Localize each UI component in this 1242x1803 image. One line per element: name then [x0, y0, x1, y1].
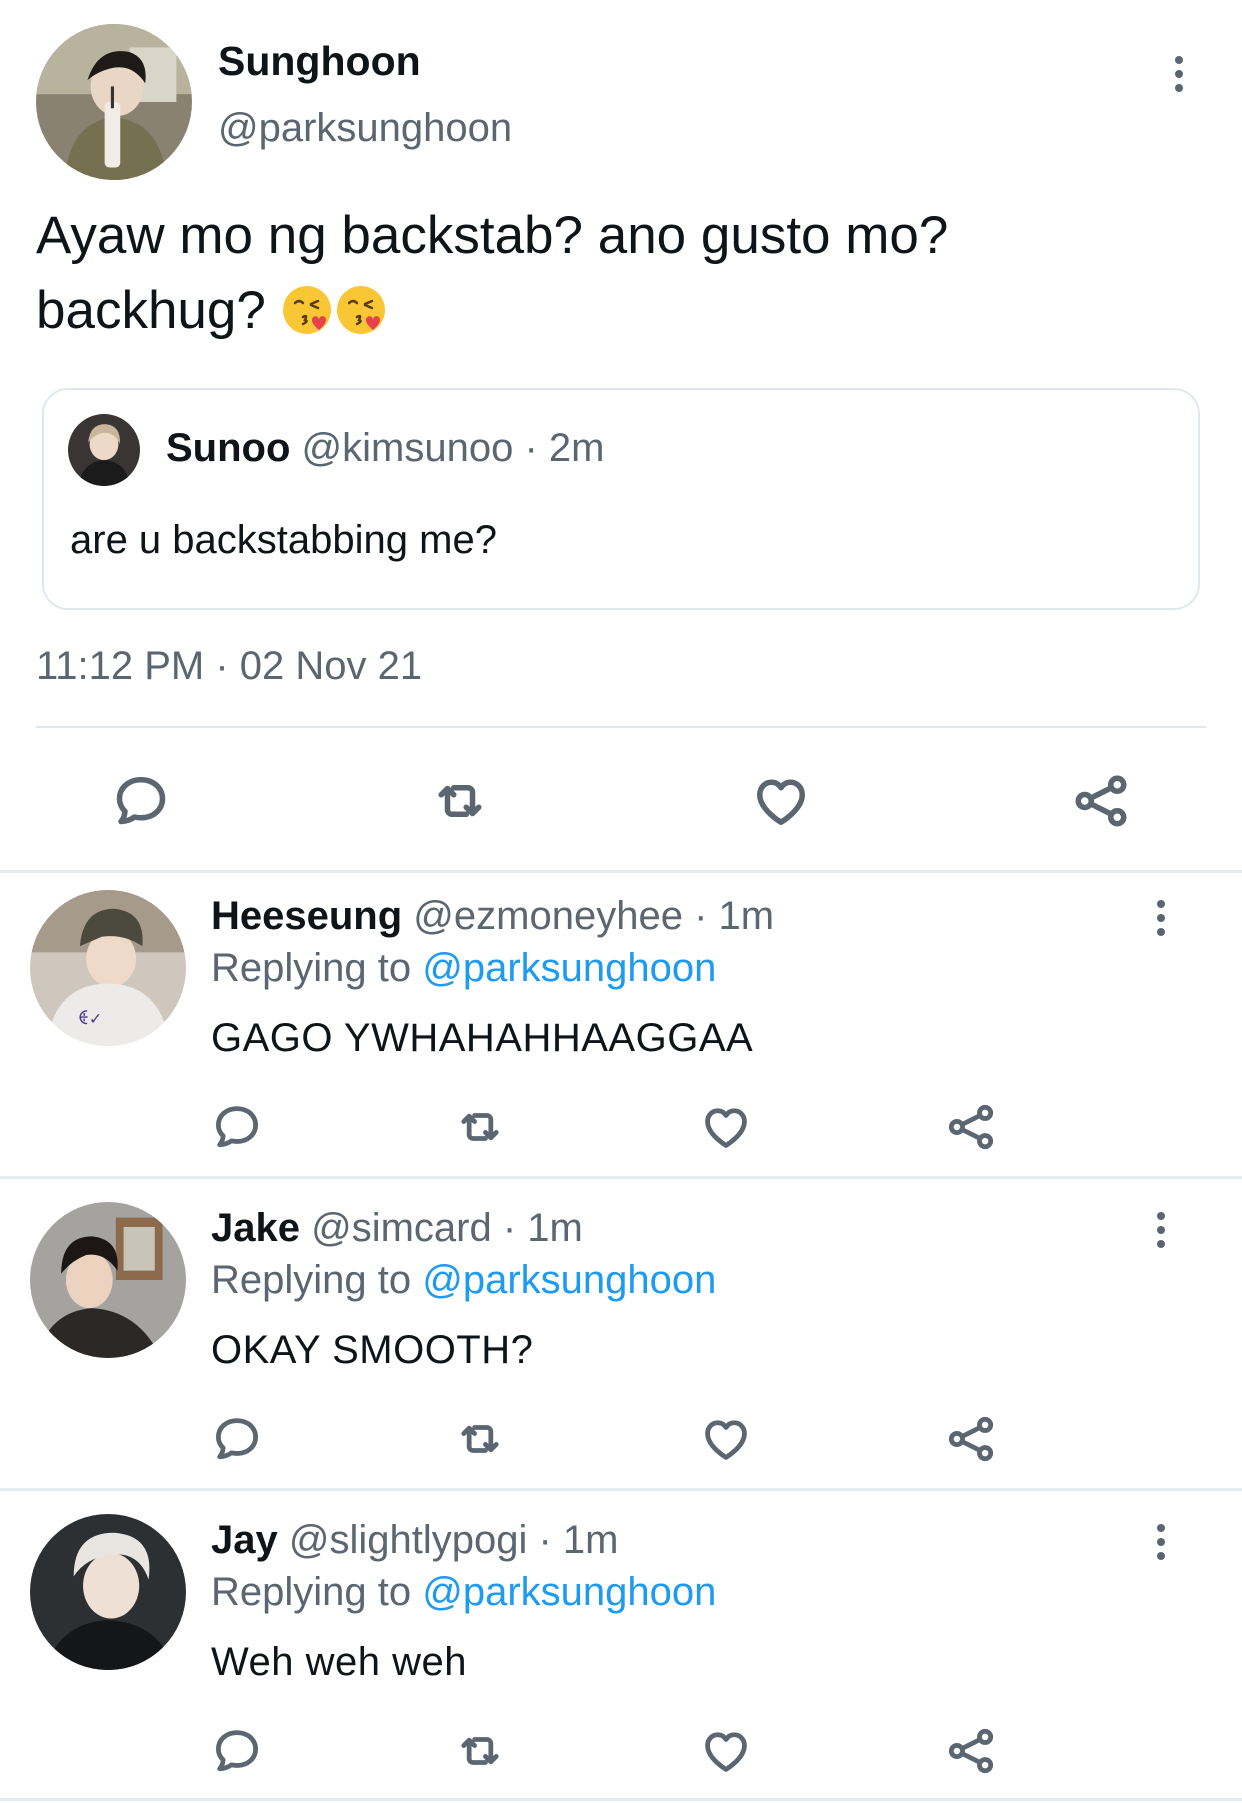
more-icon[interactable] [1141, 1202, 1181, 1258]
reply-name[interactable]: Heeseung [211, 894, 402, 938]
replying-to-link[interactable]: @parksunghoon [422, 1258, 716, 1302]
share-icon[interactable] [1068, 768, 1134, 834]
reply-header: Jake @simcard · 1m [211, 1206, 583, 1251]
reply-avatar[interactable] [30, 1202, 186, 1358]
reply-name[interactable]: Jay [211, 1518, 278, 1562]
replying-to: Replying to @parksunghoon [211, 1570, 716, 1615]
kissing-heart-emoji [281, 281, 333, 334]
retweet-icon[interactable] [453, 1724, 507, 1778]
tweet-text: Ayaw mo ng backstab? ano gusto mo? backh… [36, 198, 1186, 348]
like-icon[interactable] [699, 1100, 753, 1154]
reply-name[interactable]: Jake [211, 1206, 300, 1250]
divider [36, 726, 1206, 728]
reply-icon[interactable] [210, 1412, 264, 1466]
like-icon[interactable] [748, 768, 814, 834]
quoted-name[interactable]: Sunoo [166, 426, 290, 470]
reply-header: Heeseung @ezmoneyhee · 1m [211, 894, 774, 939]
reply-text: OKAY SMOOTH? [211, 1328, 534, 1372]
quoted-avatar[interactable] [68, 414, 140, 486]
section-divider [0, 870, 1242, 873]
reply-icon[interactable] [210, 1100, 264, 1154]
replying-to-link[interactable]: @parksunghoon [422, 1570, 716, 1614]
reply-time: · 1m [538, 1518, 619, 1562]
section-divider [0, 1798, 1242, 1801]
replying-to: Replying to @parksunghoon [211, 1258, 716, 1303]
more-icon[interactable] [1141, 1514, 1181, 1570]
quoted-time: · 2m [524, 426, 605, 470]
quoted-tweet[interactable] [42, 388, 1200, 610]
reply-handle[interactable]: @ezmoneyhee [413, 894, 683, 938]
author-avatar[interactable] [36, 24, 192, 180]
like-icon[interactable] [699, 1412, 753, 1466]
reply-icon[interactable] [108, 768, 174, 834]
replying-label: Replying to [211, 946, 412, 990]
reply-header: Jay @slightlypogi · 1m [211, 1518, 619, 1563]
retweet-icon[interactable] [453, 1100, 507, 1154]
share-icon[interactable] [944, 1100, 998, 1154]
share-icon[interactable] [944, 1412, 998, 1466]
quoted-handle[interactable]: @kimsunoo [302, 426, 514, 470]
reply-time: · 1m [502, 1206, 583, 1250]
reply-handle[interactable]: @simcard [311, 1206, 492, 1250]
reply-icon[interactable] [210, 1724, 264, 1778]
like-icon[interactable] [699, 1724, 753, 1778]
kissing-heart-emoji [335, 281, 387, 334]
reply-avatar[interactable]: ꑀ✓ [30, 890, 186, 1046]
reply-text: Weh weh weh [211, 1640, 468, 1684]
reply-avatar[interactable] [30, 1514, 186, 1670]
share-icon[interactable] [944, 1724, 998, 1778]
replying-to-link[interactable]: @parksunghoon [422, 946, 716, 990]
author-name[interactable]: Sunghoon [218, 38, 421, 85]
retweet-icon[interactable] [427, 768, 493, 834]
replying-to: Replying to @parksunghoon [211, 946, 716, 991]
tweet-timestamp: 11:12 PM · 02 Nov 21 [36, 644, 423, 688]
section-divider [0, 1488, 1242, 1491]
tweet-text-content: Ayaw mo ng backstab? ano gusto mo? backh… [36, 206, 949, 340]
more-icon[interactable] [1141, 890, 1181, 946]
replying-label: Replying to [211, 1258, 412, 1302]
reply-time: · 1m [694, 894, 775, 938]
reply-handle[interactable]: @slightlypogi [289, 1518, 528, 1562]
quoted-meta: Sunoo @kimsunoo · 2m [166, 426, 604, 471]
retweet-icon[interactable] [453, 1412, 507, 1466]
svg-text:ꑀ✓: ꑀ✓ [77, 1009, 102, 1028]
reply-text: GAGO YWHAHAHHAAGGAA [211, 1016, 754, 1060]
author-handle[interactable]: @parksunghoon [218, 106, 512, 151]
section-divider [0, 1176, 1242, 1179]
replying-label: Replying to [211, 1570, 412, 1614]
quoted-text: are u backstabbing me? [70, 518, 497, 562]
more-icon[interactable] [1159, 46, 1199, 102]
